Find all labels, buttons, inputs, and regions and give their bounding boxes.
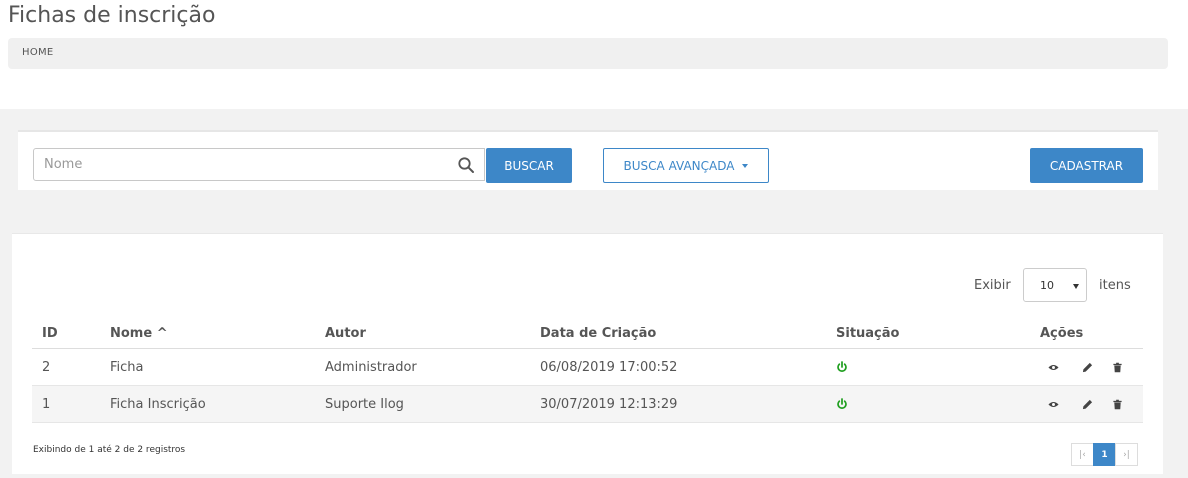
delete-trash-icon[interactable] [1112, 362, 1123, 373]
cell-autor: Suporte Ilog [325, 397, 404, 412]
cell-nome: Ficha Inscrição [110, 397, 206, 412]
delete-trash-icon[interactable] [1112, 399, 1123, 410]
cell-id: 2 [42, 360, 51, 375]
caret-down-icon [742, 163, 749, 168]
header-situacao: Situação [836, 326, 900, 341]
page-size-select[interactable]: 10 [1023, 268, 1087, 302]
search-icon[interactable] [457, 156, 475, 174]
power-status-icon[interactable] [836, 361, 848, 373]
records-info: Exibindo de 1 até 2 de 2 registros [33, 445, 186, 455]
page-button-current[interactable]: 1 [1093, 443, 1116, 466]
power-status-icon[interactable] [836, 398, 848, 410]
cell-id: 1 [42, 397, 51, 412]
page-title: Fichas de inscrição [8, 3, 216, 28]
cell-data: 06/08/2019 17:00:52 [540, 360, 678, 375]
header-nome-sortable[interactable]: Nome ^ [110, 326, 168, 341]
busca-avancada-button[interactable]: BUSCA AVANÇADA [603, 148, 769, 183]
header-autor: Autor [325, 326, 366, 341]
edit-pencil-icon[interactable] [1082, 399, 1093, 410]
table-row: 1 Ficha Inscrição Suporte Ilog 30/07/201… [32, 386, 1143, 423]
first-page-button[interactable]: |‹ [1071, 443, 1094, 466]
top-header: Fichas de inscrição HOME [0, 0, 1188, 109]
table-panel: Exibir 10 itens ID Nome ^ Autor Data de … [12, 233, 1163, 474]
table-row: 2 Ficha Administrador 06/08/2019 17:00:5… [32, 349, 1143, 386]
cell-autor: Administrador [325, 360, 417, 375]
breadcrumb-home-link[interactable]: HOME [22, 47, 54, 58]
cell-nome: Ficha [110, 360, 144, 375]
last-page-button[interactable]: ›| [1115, 443, 1138, 466]
view-eye-icon[interactable] [1048, 399, 1059, 410]
edit-pencil-icon[interactable] [1082, 362, 1093, 373]
pagination: |‹ 1 ›| [1071, 443, 1138, 468]
cell-data: 30/07/2019 12:13:29 [540, 397, 678, 412]
header-id: ID [42, 326, 58, 341]
header-data-criacao: Data de Criação [540, 326, 657, 341]
search-panel: BUSCAR BUSCA AVANÇADA CADASTRAR [18, 130, 1158, 190]
header-acoes: Ações [1040, 326, 1084, 341]
cadastrar-button[interactable]: CADASTRAR [1030, 148, 1143, 183]
page-size-value: 10 [1040, 279, 1054, 292]
search-field [33, 148, 485, 181]
exibir-label: Exibir [974, 278, 1011, 293]
breadcrumb: HOME [8, 38, 1168, 69]
select-arrow-icon [1073, 284, 1079, 289]
buscar-button[interactable]: BUSCAR [486, 148, 572, 183]
search-input[interactable] [34, 149, 454, 180]
itens-label: itens [1099, 278, 1131, 293]
view-eye-icon[interactable] [1048, 362, 1059, 373]
busca-avancada-label: BUSCA AVANÇADA [623, 158, 735, 173]
